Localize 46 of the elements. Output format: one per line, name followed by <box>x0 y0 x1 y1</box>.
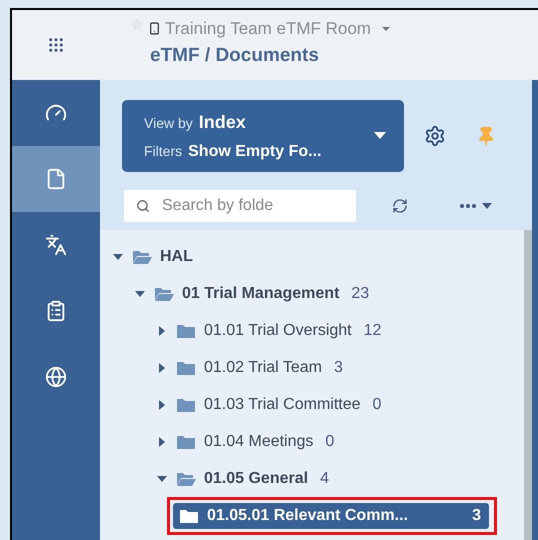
item-count: 23 <box>351 284 370 304</box>
more-options-button[interactable] <box>460 203 492 209</box>
translate-icon <box>45 234 67 256</box>
open-folder-icon <box>132 248 152 264</box>
globe-icon <box>45 366 67 388</box>
search-field[interactable]: Search by folde <box>124 190 356 222</box>
folder-name[interactable]: 01.05 General <box>204 466 308 490</box>
folder-name[interactable]: 01 Trial Management <box>182 282 340 306</box>
folder-name[interactable]: 01.02 Trial Team <box>204 356 322 380</box>
tree-item[interactable]: 01.05.01 Relevant Comm... 3 <box>173 503 489 529</box>
folder-name[interactable]: 01.01 Trial Oversight <box>204 318 352 342</box>
breadcrumb: eTMF / Documents <box>150 44 320 68</box>
folder-icon <box>176 360 196 376</box>
filters-label: Filters <box>144 142 182 160</box>
caret-down-icon <box>482 203 492 209</box>
scrollbar[interactable] <box>532 80 538 540</box>
folder-name[interactable]: 01.04 Meetings <box>204 430 314 454</box>
folder-icon <box>179 508 199 524</box>
item-count: 0 <box>372 394 382 414</box>
clipboard-icon <box>45 300 67 322</box>
app-grid-icon[interactable] <box>47 36 65 54</box>
settings-icon[interactable] <box>424 125 446 147</box>
item-count: 3 <box>472 506 481 526</box>
open-folder-icon <box>176 470 196 486</box>
folder-name[interactable]: HAL <box>160 244 193 268</box>
view-value: Index <box>198 110 246 134</box>
refresh-icon[interactable] <box>392 198 408 214</box>
open-folder-icon <box>154 286 174 302</box>
folder-name[interactable]: 01.03 Trial Committee <box>204 392 361 416</box>
phone-icon <box>148 22 161 36</box>
folder-icon <box>176 396 196 412</box>
view-selector[interactable]: View by Index Filters Show Empty Fo... <box>122 100 404 172</box>
item-count: 3 <box>334 358 343 378</box>
ellipsis-icon <box>460 204 476 208</box>
folder-icon <box>176 434 196 450</box>
search-icon <box>136 199 150 213</box>
folder-name: 01.05.01 Relevant Comm... <box>207 506 408 526</box>
item-count: 4 <box>320 468 329 488</box>
view-label: View by <box>144 114 193 133</box>
item-count: 0 <box>325 432 334 452</box>
filters-value: Show Empty Fo... <box>188 142 322 162</box>
folder-icon <box>176 322 196 338</box>
item-count: 12 <box>364 320 382 340</box>
document-icon <box>45 168 67 190</box>
scrollbar[interactable] <box>524 230 532 540</box>
caret-down-icon <box>374 132 386 140</box>
